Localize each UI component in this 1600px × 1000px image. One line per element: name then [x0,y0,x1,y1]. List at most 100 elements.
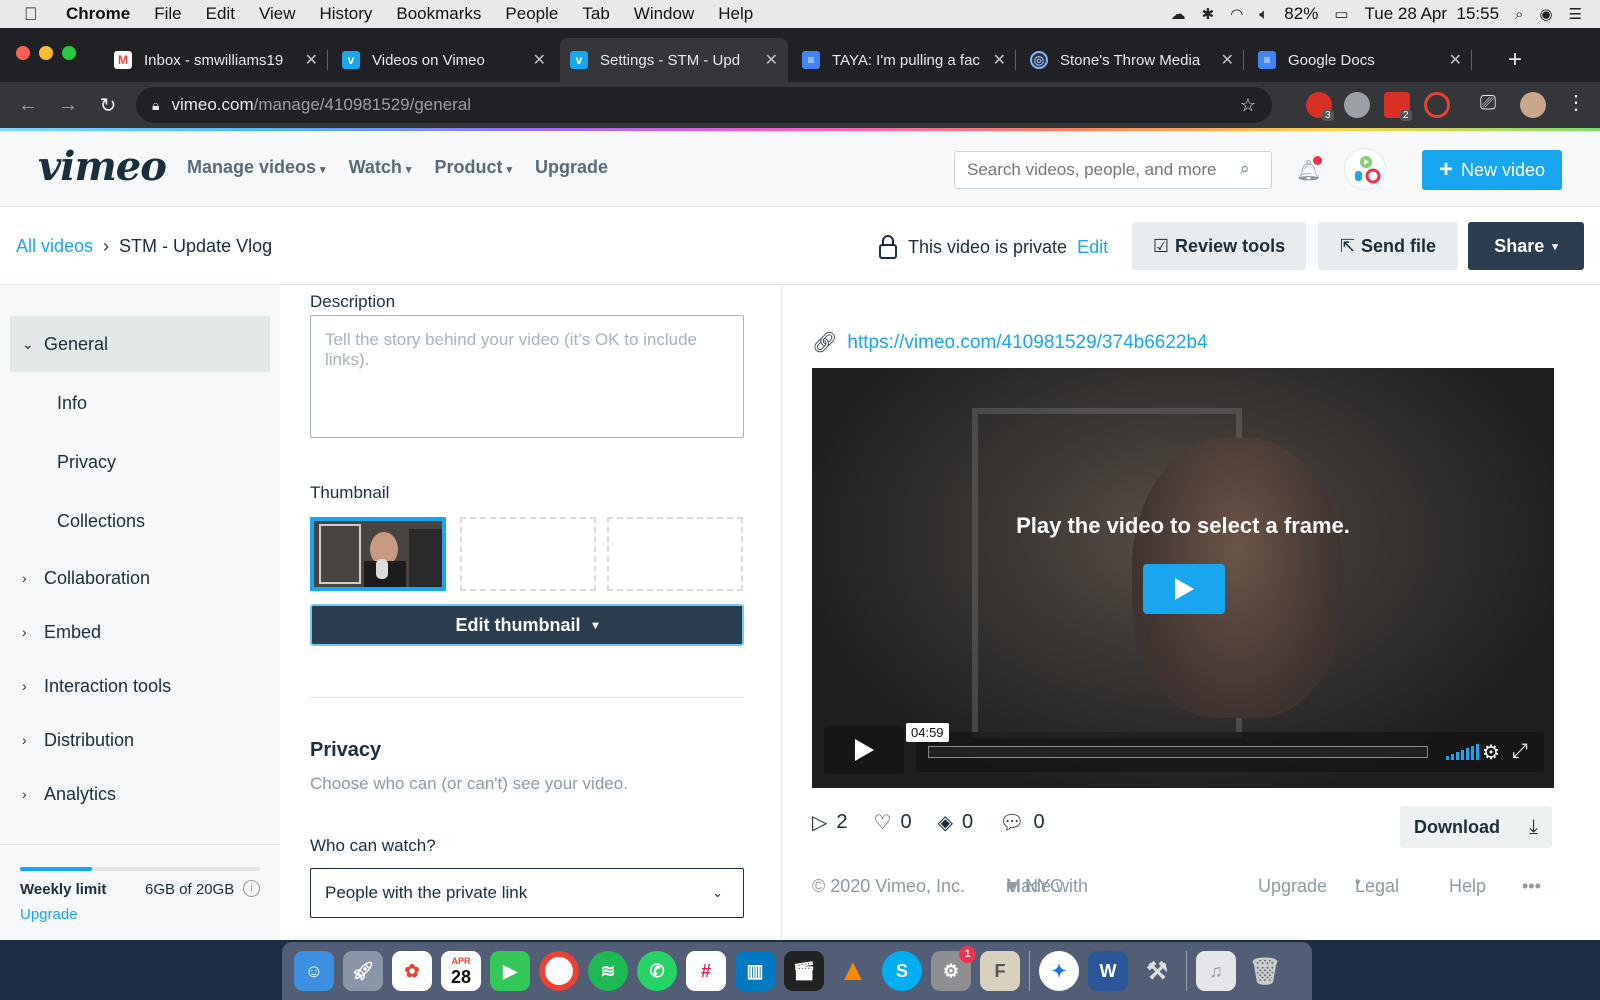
footer-more-icon[interactable]: ••• [1522,876,1541,897]
siri-icon[interactable]: ◉ [1539,5,1552,23]
close-tab-icon[interactable]: ✕ [993,50,1006,70]
who-can-watch-select[interactable]: People with the private link ⌄ [310,868,744,918]
new-video-button[interactable]: + New video [1422,150,1562,190]
volume-icon[interactable] [1446,744,1479,760]
forward-arrow-icon[interactable]: → [48,94,88,117]
menu-help[interactable]: Help [718,4,753,24]
tab-videos-on-vimeo[interactable]: v Videos on Vimeo ✕ [332,38,556,82]
battery-icon[interactable]: ▭ [1334,5,1348,23]
sidebar-item-info[interactable]: Info [57,393,87,414]
reload-icon[interactable]: ↻ [88,93,128,118]
breadcrumb-all-videos[interactable]: All videos [16,236,93,257]
sidebar-item-general[interactable]: ⌄ General [10,316,270,372]
edit-thumbnail-button[interactable]: Edit thumbnail ▾ [310,604,744,646]
menu-app-name[interactable]: Chrome [66,4,130,24]
review-tools-button[interactable]: ☑ Review tools [1132,222,1306,270]
finder-icon[interactable]: ☺ [294,951,334,991]
new-tab-button[interactable]: + [1508,46,1522,74]
menu-edit[interactable]: Edit [206,4,235,24]
sidebar-item-interaction-tools[interactable]: › Interaction tools [10,658,270,714]
send-file-button[interactable]: ⇱ Send file [1318,222,1458,270]
volume-icon[interactable]: 🔈︎ [1259,6,1268,23]
close-tab-icon[interactable]: ✕ [1449,50,1462,70]
stat-collections[interactable]: ◈ 0 [938,810,974,835]
fullscreen-icon[interactable]: ⤢ [1512,740,1528,763]
bookmark-star-icon[interactable]: ☆ [1240,95,1256,116]
user-avatar[interactable] [1344,148,1386,190]
tab-gmail[interactable]: M Inbox - smwilliams19 ✕ [104,38,328,82]
profile-avatar[interactable] [1520,92,1546,118]
tab-settings-stm[interactable]: v Settings - STM - Upd ✕ [560,38,788,82]
close-window-button[interactable] [16,46,30,60]
facetime-icon[interactable]: ▶ [490,951,530,991]
close-tab-icon[interactable]: ✕ [1221,50,1234,70]
xcode-instruments-icon[interactable]: ⚒ [1137,951,1177,991]
creative-cloud-icon[interactable]: ☁ [1171,5,1186,23]
sidebar-item-privacy[interactable]: Privacy [57,452,116,473]
trello-icon[interactable]: ▥ [735,951,775,991]
thumbnail-selected[interactable] [310,517,446,591]
slack-icon[interactable]: # [686,951,726,991]
player-play-button[interactable] [824,726,904,774]
clock[interactable]: Tue 28 Apr 15:55 [1365,4,1500,24]
bluetooth-icon[interactable]: ✱ [1202,5,1215,23]
description-textarea[interactable]: Tell the story behind your video (it’s O… [310,315,744,438]
music-document-icon[interactable]: ♫ [1196,951,1236,991]
video-player[interactable]: Play the video to select a frame. ⚙ ⤢ 04… [812,368,1554,788]
spotify-icon[interactable]: ≋ [588,951,628,991]
sidebar-item-embed[interactable]: › Embed [10,604,270,660]
sidebar-item-distribution[interactable]: › Distribution [10,712,270,768]
close-tab-icon[interactable]: ✕ [765,50,778,70]
calendar-icon[interactable]: APR 28 [441,951,481,991]
trash-icon[interactable]: 🗑︎ [1245,951,1285,991]
address-bar[interactable]: 🔒︎ vimeo.com/manage/410981529/general ☆ [136,87,1272,123]
menu-file[interactable]: File [154,4,181,24]
chrome-menu-icon[interactable]: ⋮ [1566,90,1586,115]
vlc-icon[interactable]: ▲ [833,951,873,991]
spotlight-search-icon[interactable]: ⌕ [1515,6,1523,23]
upgrade-link[interactable]: Upgrade [20,906,78,923]
menu-bookmarks[interactable]: Bookmarks [396,4,481,24]
search-input[interactable] [954,151,1272,189]
settings-gear-icon[interactable]: ⚙ [1482,740,1500,765]
chrome-icon[interactable] [539,951,579,991]
search-icon[interactable]: ⌕ [1240,159,1250,179]
nav-manage-videos[interactable]: Manage videos ▾ [187,157,326,178]
menu-tab[interactable]: Tab [582,4,609,24]
skype-icon[interactable]: S [882,951,922,991]
share-button[interactable]: Share ▾ [1468,222,1584,270]
close-tab-icon[interactable]: ✕ [533,50,546,70]
photos-icon[interactable]: ✿ [392,951,432,991]
sidebar-item-collections[interactable]: Collections [57,511,145,532]
safari-icon[interactable]: ✦ [1039,951,1079,991]
nav-upgrade[interactable]: Upgrade [535,157,608,178]
lock-icon[interactable]: 🔒︎ [152,97,159,114]
menu-window[interactable]: Window [634,4,694,24]
final-cut-icon[interactable]: 🎬︎ [784,951,824,991]
wifi-icon[interactable]: ◠ [1230,5,1243,23]
nav-product[interactable]: Product ▾ [434,157,512,178]
stat-likes[interactable]: ♡ 0 [874,810,912,835]
sidebar-item-analytics[interactable]: › Analytics [10,766,270,822]
back-arrow-icon[interactable]: ← [8,94,48,117]
launchpad-icon[interactable]: 🚀︎ [343,951,383,991]
video-private-link[interactable]: 🔗︎ https://vimeo.com/410981529/374b6622b… [812,330,1208,355]
zoom-window-button[interactable] [62,46,76,60]
footer-help-link[interactable]: Help [1449,876,1486,897]
thumbnail-slot-empty[interactable] [607,517,743,591]
extension-circles-icon[interactable] [1344,92,1370,118]
sidebar-item-collaboration[interactable]: › Collaboration [10,550,270,606]
cast-icon[interactable]: ⎚ [1480,92,1496,115]
word-icon[interactable]: W [1088,951,1128,991]
menu-people[interactable]: People [505,4,558,24]
minimize-window-button[interactable] [39,46,53,60]
tab-taya-doc[interactable]: ≡ TAYA: I'm pulling a fac ✕ [792,38,1016,82]
system-preferences-icon[interactable]: ⚙ 1 [931,946,976,991]
privacy-edit-link[interactable]: Edit [1077,237,1108,258]
font-book-icon[interactable]: F [980,951,1020,991]
progress-track[interactable] [928,746,1428,758]
stat-plays[interactable]: ▷ 2 [812,810,848,835]
tab-stones-throw-media[interactable]: ◎ Stone's Throw Media ✕ [1020,38,1244,82]
download-button[interactable]: Download ⤓ [1400,806,1552,848]
footer-upgrade-link[interactable]: Upgrade [1258,876,1327,897]
